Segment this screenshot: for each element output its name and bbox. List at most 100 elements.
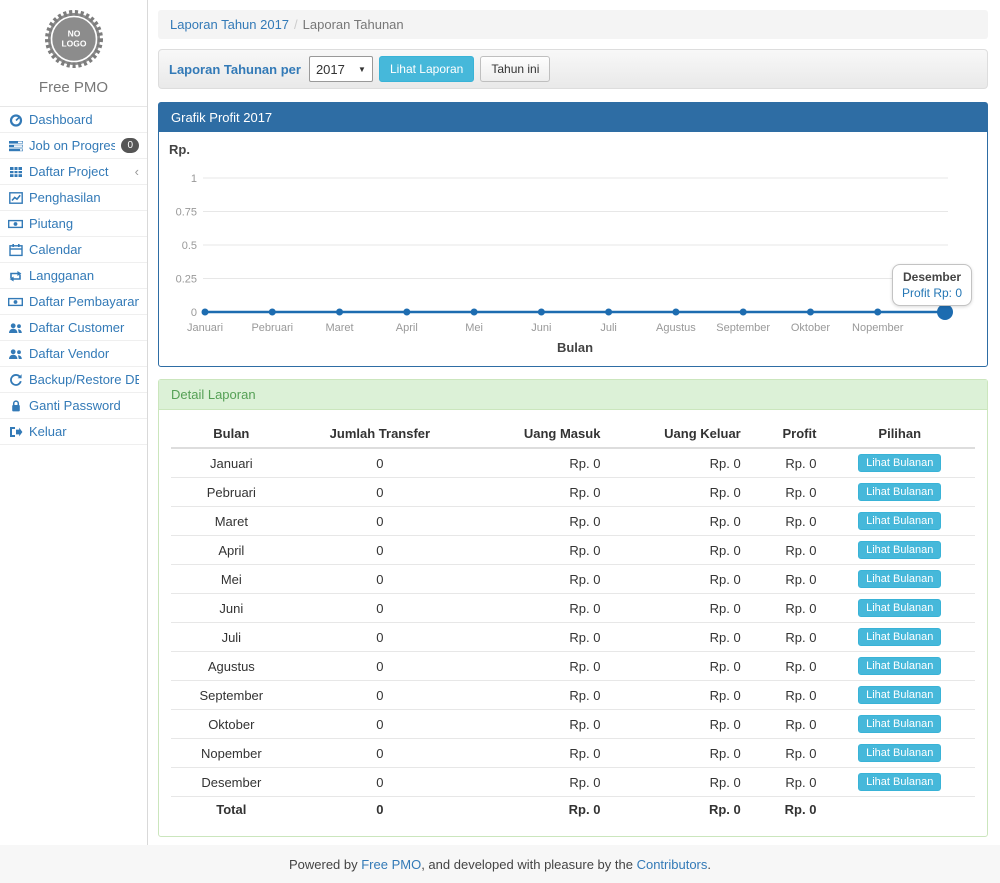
cell-pilihan: Lihat Bulanan <box>824 768 975 797</box>
sidebar-item-calendar[interactable]: Calendar <box>0 237 147 263</box>
cell-bulan: Desember <box>171 768 292 797</box>
contributors-link[interactable]: Contributors <box>637 857 708 872</box>
detail-panel-title: Detail Laporan <box>159 380 987 410</box>
breadcrumb-separator: / <box>294 17 298 32</box>
cell-keluar: Rp. 0 <box>608 623 748 652</box>
table-row: Desember0Rp. 0Rp. 0Rp. 0Lihat Bulanan <box>171 768 975 797</box>
lihat-bulanan-button[interactable]: Lihat Bulanan <box>858 599 941 617</box>
cell-bulan: Nopember <box>171 739 292 768</box>
cell-masuk: Rp. 0 <box>468 739 608 768</box>
cell-bulan: Juli <box>171 623 292 652</box>
users-icon <box>8 321 23 335</box>
lihat-bulanan-button[interactable]: Lihat Bulanan <box>858 628 941 646</box>
cell-pilihan: Lihat Bulanan <box>824 594 975 623</box>
cell-pilihan: Lihat Bulanan <box>824 623 975 652</box>
lihat-bulanan-button[interactable]: Lihat Bulanan <box>858 773 941 791</box>
cell-jumlah: 0 <box>292 507 468 536</box>
cell-masuk: Rp. 0 <box>468 652 608 681</box>
lihat-bulanan-button[interactable]: Lihat Bulanan <box>858 454 941 472</box>
tahun-ini-button[interactable]: Tahun ini <box>480 56 550 82</box>
cell-keluar: Rp. 0 <box>608 565 748 594</box>
cell-keluar: Rp. 0 <box>608 768 748 797</box>
total-row: Total0Rp. 0Rp. 0Rp. 0 <box>171 797 975 823</box>
chart-point-desember[interactable] <box>937 304 953 320</box>
breadcrumb-link-laporan-tahun[interactable]: Laporan Tahun 2017 <box>170 17 289 32</box>
cell-profit: Rp. 0 <box>749 565 825 594</box>
chart-point-juni[interactable] <box>538 309 545 316</box>
chart-x-axis-title: Bulan <box>557 340 593 355</box>
lihat-bulanan-button[interactable]: Lihat Bulanan <box>858 512 941 530</box>
sidebar-item-label: Penghasilan <box>29 190 139 205</box>
sidebar-item-job-on-progress[interactable]: Job on Progress0 <box>0 133 147 159</box>
cell-pilihan: Lihat Bulanan <box>824 710 975 739</box>
chart-point-agustus[interactable] <box>672 309 679 316</box>
lihat-bulanan-button[interactable]: Lihat Bulanan <box>858 744 941 762</box>
cell-pilihan: Lihat Bulanan <box>824 565 975 594</box>
cell-bulan: Januari <box>171 448 292 478</box>
sidebar-item-ganti-password[interactable]: Ganti Password <box>0 393 147 419</box>
table-row: Oktober0Rp. 0Rp. 0Rp. 0Lihat Bulanan <box>171 710 975 739</box>
cell-masuk: Rp. 0 <box>468 448 608 478</box>
sidebar-item-keluar[interactable]: Keluar <box>0 419 147 445</box>
cell-keluar: Rp. 0 <box>608 478 748 507</box>
chart-point-juli[interactable] <box>605 309 612 316</box>
chart-point-nopember[interactable] <box>874 309 881 316</box>
column-header-jumlah-transfer: Jumlah Transfer <box>292 420 468 448</box>
lihat-bulanan-button[interactable]: Lihat Bulanan <box>858 657 941 675</box>
sidebar-item-daftar-customer[interactable]: Daftar Customer <box>0 315 147 341</box>
tooltip-title: Desember <box>902 270 962 284</box>
lihat-bulanan-button[interactable]: Lihat Bulanan <box>858 686 941 704</box>
report-table: BulanJumlah TransferUang MasukUang Kelua… <box>171 420 975 822</box>
cell-bulan: April <box>171 536 292 565</box>
table-row: September0Rp. 0Rp. 0Rp. 0Lihat Bulanan <box>171 681 975 710</box>
chart-point-januari[interactable] <box>202 309 209 316</box>
sidebar-item-daftar-pembayaran[interactable]: Daftar Pembayaran <box>0 289 147 315</box>
sidebar-nav: DashboardJob on Progress0Daftar Project‹… <box>0 106 147 445</box>
cell-bulan: Agustus <box>171 652 292 681</box>
sidebar-item-dashboard[interactable]: Dashboard <box>0 107 147 133</box>
cell-bulan: Juni <box>171 594 292 623</box>
sidebar-item-piutang[interactable]: Piutang <box>0 211 147 237</box>
lihat-laporan-button[interactable]: Lihat Laporan <box>379 56 474 82</box>
sidebar-item-label: Daftar Customer <box>29 320 139 335</box>
main-content: Laporan Tahun 2017/Laporan Tahunan Lapor… <box>148 0 1000 845</box>
lihat-bulanan-button[interactable]: Lihat Bulanan <box>858 541 941 559</box>
chart-point-oktober[interactable] <box>807 309 814 316</box>
sidebar-item-langganan[interactable]: Langganan <box>0 263 147 289</box>
free-pmo-link[interactable]: Free PMO <box>361 857 421 872</box>
lihat-bulanan-button[interactable]: Lihat Bulanan <box>858 570 941 588</box>
footer-middle: , and developed with pleasure by the <box>421 857 636 872</box>
lihat-bulanan-button[interactable]: Lihat Bulanan <box>858 483 941 501</box>
chart-point-pebruari[interactable] <box>269 309 276 316</box>
chart-point-september[interactable] <box>740 309 747 316</box>
chart-point-april[interactable] <box>403 309 410 316</box>
brand-name: Free PMO <box>0 79 147 96</box>
cell-bulan: Maret <box>171 507 292 536</box>
cell-pilihan: Lihat Bulanan <box>824 448 975 478</box>
sidebar-item-penghasilan[interactable]: Penghasilan <box>0 185 147 211</box>
year-select[interactable]: 2017 ▼ <box>309 56 373 82</box>
chart-body: Rp.00.250.50.751JanuariPebruariMaretApri… <box>159 132 987 366</box>
lihat-bulanan-button[interactable]: Lihat Bulanan <box>858 715 941 733</box>
sidebar-item-label: Piutang <box>29 216 139 231</box>
sidebar-item-daftar-project[interactable]: Daftar Project‹ <box>0 159 147 185</box>
lock-icon <box>8 399 23 413</box>
column-header-uang-masuk: Uang Masuk <box>468 420 608 448</box>
sidebar-item-label: Job on Progress <box>29 138 115 153</box>
sidebar-item-daftar-vendor[interactable]: Daftar Vendor <box>0 341 147 367</box>
svg-text:Maret: Maret <box>325 322 353 334</box>
svg-text:Pebruari: Pebruari <box>251 322 293 334</box>
cell-masuk: Rp. 0 <box>468 594 608 623</box>
cell-masuk: Rp. 0 <box>468 536 608 565</box>
line-chart-icon <box>8 191 23 205</box>
logo-text-line2: LOGO <box>61 39 86 49</box>
brand-block: NO LOGO Free PMO <box>0 0 147 106</box>
table-row: Maret0Rp. 0Rp. 0Rp. 0Lihat Bulanan <box>171 507 975 536</box>
sidebar-item-backup-restore-db[interactable]: Backup/Restore DB <box>0 367 147 393</box>
table-icon <box>8 165 23 179</box>
profit-chart-panel: Grafik Profit 2017 Rp.00.250.50.751Janua… <box>158 102 988 367</box>
chart-point-maret[interactable] <box>336 309 343 316</box>
chart-point-mei[interactable] <box>471 309 478 316</box>
total-cell: Total <box>171 797 292 823</box>
dashboard-icon <box>8 113 23 127</box>
